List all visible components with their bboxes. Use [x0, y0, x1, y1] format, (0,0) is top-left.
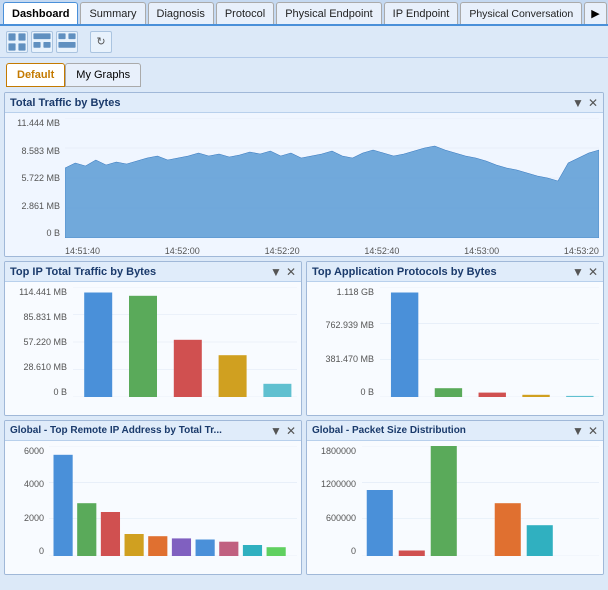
top-remote-ip-body: 6000 4000 2000 0	[5, 441, 301, 575]
total-traffic-y-axis: 11.444 MB 8.583 MB 5.722 MB 2.861 MB 0 B	[5, 118, 63, 238]
tab-physical-conversation[interactable]: Physical Conversation	[460, 2, 582, 24]
graph-tab-my-graphs[interactable]: My Graphs	[65, 63, 141, 87]
tab-diagnosis[interactable]: Diagnosis	[148, 2, 214, 24]
top-remote-ip-header: Global - Top Remote IP Address by Total …	[5, 421, 301, 441]
packet-size-chart-area	[362, 446, 599, 556]
toolbar: ↻	[0, 26, 608, 58]
packet-size-body: 1800000 1200000 600000 0	[307, 441, 603, 575]
top-ip-header: Top IP Total Traffic by Bytes ▼ ✕	[5, 262, 301, 282]
packet-size-title: Global - Packet Size Distribution	[312, 425, 466, 436]
top-remote-ip-controls: ▼ ✕	[270, 425, 296, 437]
top-app-dropdown-icon[interactable]: ▼	[572, 266, 584, 278]
grid-view-3-button[interactable]	[56, 31, 78, 53]
tab-protocol[interactable]: Protocol	[216, 2, 274, 24]
top-ip-svg	[73, 287, 297, 397]
top-remote-ip-title: Global - Top Remote IP Address by Total …	[10, 425, 222, 436]
top-app-svg	[380, 287, 599, 397]
top-app-controls: ▼ ✕	[572, 266, 598, 278]
top-app-close-icon[interactable]: ✕	[588, 266, 598, 278]
top-remote-ip-chart-area	[49, 446, 297, 556]
top-ip-close-icon[interactable]: ✕	[286, 266, 296, 278]
refresh-button[interactable]: ↻	[90, 31, 112, 53]
total-traffic-header: Total Traffic by Bytes ▼ ✕	[5, 93, 603, 113]
top-app-title: Top Application Protocols by Bytes	[312, 266, 497, 278]
top-remote-ip-close-icon[interactable]: ✕	[286, 425, 296, 437]
top-app-header: Top Application Protocols by Bytes ▼ ✕	[307, 262, 603, 282]
bottom-chart-row: Global - Top Remote IP Address by Total …	[4, 420, 604, 575]
total-traffic-dropdown-icon[interactable]: ▼	[572, 97, 584, 109]
total-traffic-svg	[65, 118, 599, 238]
top-ip-panel: Top IP Total Traffic by Bytes ▼ ✕ 114.44…	[4, 261, 302, 416]
packet-size-dropdown-icon[interactable]: ▼	[572, 425, 584, 437]
total-traffic-body: 11.444 MB 8.583 MB 5.722 MB 2.861 MB 0 B	[5, 113, 603, 257]
middle-chart-row: Top IP Total Traffic by Bytes ▼ ✕ 114.44…	[4, 261, 604, 416]
packet-size-panel: Global - Packet Size Distribution ▼ ✕ 18…	[306, 420, 604, 575]
top-ip-controls: ▼ ✕	[270, 266, 296, 278]
top-app-chart-area	[380, 287, 599, 397]
main-content: Total Traffic by Bytes ▼ ✕ 11.444 MB 8.5…	[0, 88, 608, 590]
top-remote-ip-y-axis: 6000 4000 2000 0	[5, 446, 47, 556]
graph-tabs: Default My Graphs	[0, 58, 608, 88]
total-traffic-controls: ▼ ✕	[572, 97, 598, 109]
grid-view-2-button[interactable]	[31, 31, 53, 53]
total-traffic-panel: Total Traffic by Bytes ▼ ✕ 11.444 MB 8.5…	[4, 92, 604, 257]
total-traffic-title: Total Traffic by Bytes	[10, 97, 120, 109]
top-remote-ip-dropdown-icon[interactable]: ▼	[270, 425, 282, 437]
graph-tab-default[interactable]: Default	[6, 63, 65, 87]
total-traffic-x-axis: 14:51:40 14:52:00 14:52:20 14:52:40 14:5…	[65, 246, 599, 256]
top-app-y-axis: 1.118 GB 762.939 MB 381.470 MB 0 B	[307, 287, 377, 397]
total-traffic-close-icon[interactable]: ✕	[588, 97, 598, 109]
packet-size-controls: ▼ ✕	[572, 425, 598, 437]
top-ip-y-axis: 114.441 MB 85.831 MB 57.220 MB 28.610 MB…	[5, 287, 70, 397]
packet-size-svg	[362, 446, 599, 556]
top-remote-ip-svg	[49, 446, 297, 556]
tab-ip-endpoint[interactable]: IP Endpoint	[384, 2, 459, 24]
packet-size-close-icon[interactable]: ✕	[588, 425, 598, 437]
tab-more-button[interactable]: ▶	[584, 2, 606, 24]
packet-size-y-axis: 1800000 1200000 600000 0	[307, 446, 359, 556]
top-ip-chart-area	[73, 287, 297, 397]
tab-dashboard[interactable]: Dashboard	[3, 2, 78, 24]
tab-summary[interactable]: Summary	[80, 2, 145, 24]
tab-physical-endpoint[interactable]: Physical Endpoint	[276, 2, 381, 24]
top-app-panel: Top Application Protocols by Bytes ▼ ✕ 1…	[306, 261, 604, 416]
top-ip-dropdown-icon[interactable]: ▼	[270, 266, 282, 278]
total-traffic-chart-area	[65, 118, 599, 238]
top-ip-body: 114.441 MB 85.831 MB 57.220 MB 28.610 MB…	[5, 282, 301, 416]
top-remote-ip-panel: Global - Top Remote IP Address by Total …	[4, 420, 302, 575]
top-app-body: 1.118 GB 762.939 MB 381.470 MB 0 B	[307, 282, 603, 416]
top-ip-title: Top IP Total Traffic by Bytes	[10, 266, 156, 278]
tab-bar: Dashboard Summary Diagnosis Protocol Phy…	[0, 0, 608, 26]
packet-size-header: Global - Packet Size Distribution ▼ ✕	[307, 421, 603, 441]
grid-view-1-button[interactable]	[6, 31, 28, 53]
